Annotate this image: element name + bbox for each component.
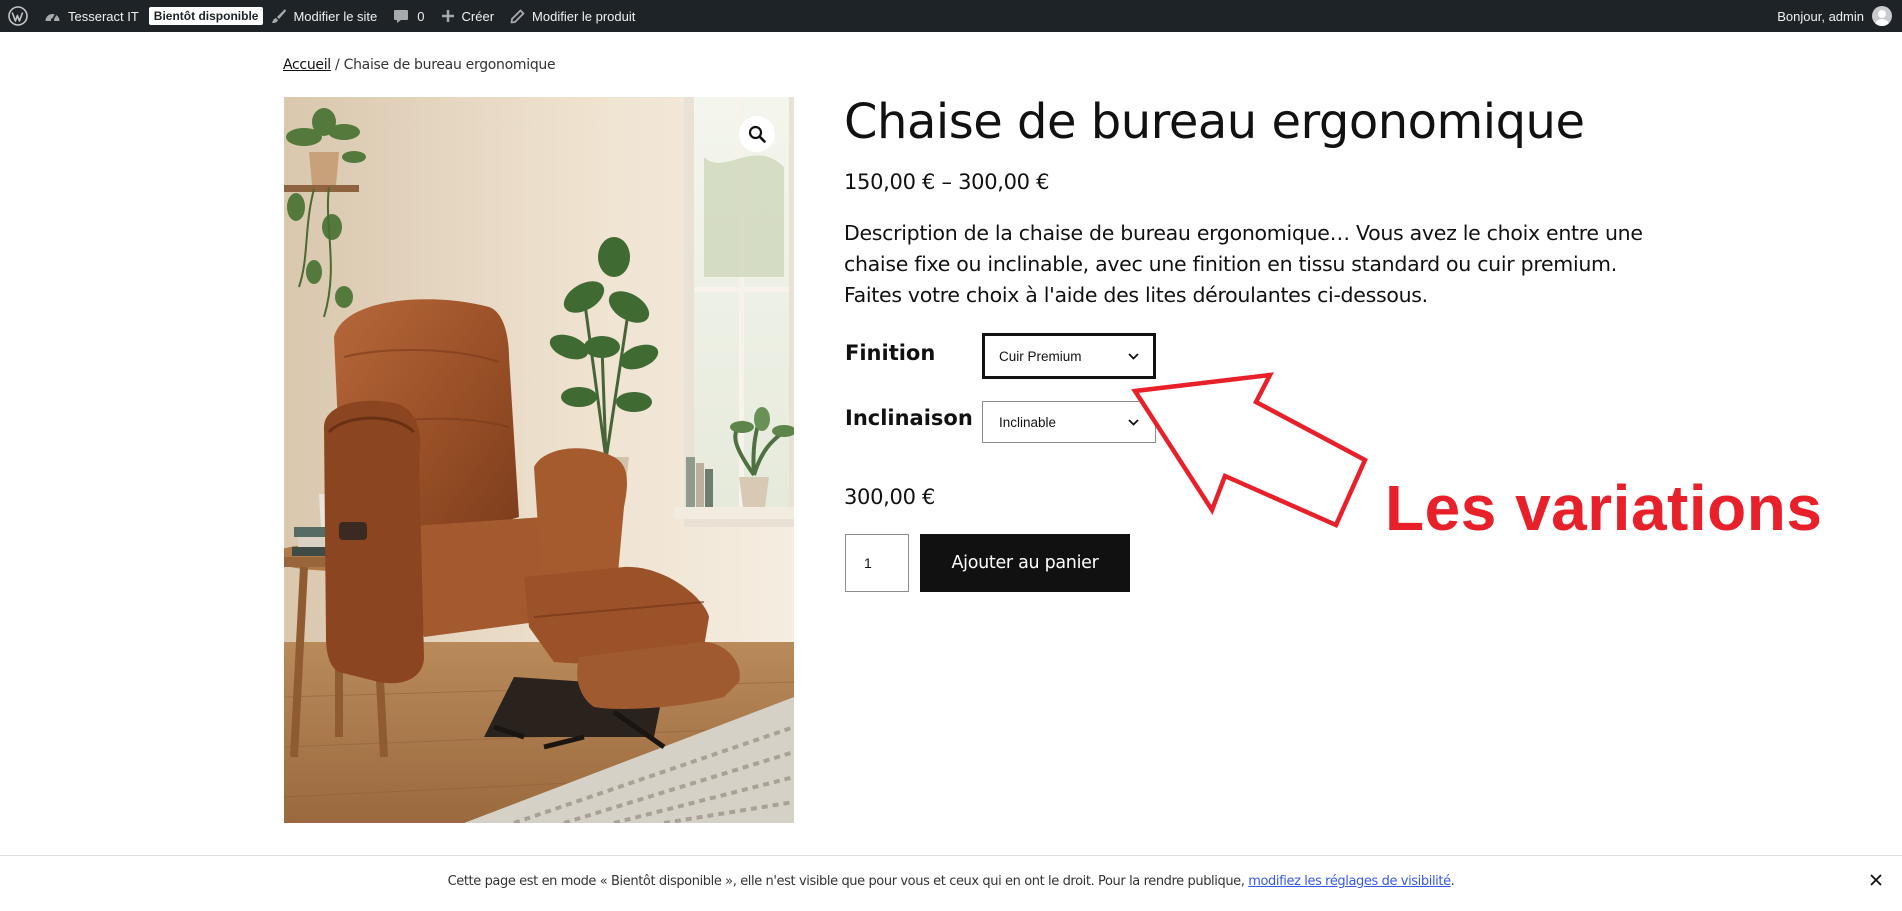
edit-site-label: Modifier le site [293, 8, 378, 24]
breadcrumb: Accueil / Chaise de bureau ergonomique [283, 57, 556, 73]
pencil-icon [510, 9, 525, 24]
comment-icon [393, 9, 409, 24]
breadcrumb-current: Chaise de bureau ergonomique [343, 57, 556, 73]
product-photo [284, 97, 794, 823]
product-image[interactable] [284, 97, 794, 823]
edit-product-link[interactable]: Modifier le produit [502, 0, 643, 32]
avatar [1872, 6, 1892, 26]
greeting: Bonjour, admin [1777, 8, 1864, 24]
breadcrumb-separator: / [330, 57, 344, 73]
plus-icon [441, 9, 455, 23]
notice-end: . [1450, 874, 1455, 889]
create-label: Créer [461, 8, 495, 24]
chevron-down-icon [1128, 352, 1139, 360]
product-description: Description de la chaise de bureau ergon… [844, 221, 1643, 307]
quantity-input[interactable] [845, 534, 909, 592]
finition-label: Finition [845, 341, 936, 365]
breadcrumb-home-link[interactable]: Accueil [283, 57, 331, 73]
variation-price: 300,00 € [844, 485, 936, 509]
edit-product-label: Modifier le produit [532, 8, 636, 24]
zoom-button[interactable] [739, 116, 775, 152]
site-name-link[interactable]: Tesseract IT [36, 0, 147, 32]
visibility-settings-link[interactable]: modifiez les réglages de visibilité [1248, 874, 1451, 889]
inclinaison-selected-value: Inclinable [999, 414, 1057, 430]
close-icon[interactable] [1866, 870, 1886, 890]
coming-soon-badge[interactable]: Bientôt disponible [148, 7, 264, 25]
comments-link[interactable]: 0 [385, 0, 432, 32]
coming-soon-notice: Cette page est en mode « Bientôt disponi… [0, 874, 1902, 889]
notice-divider [0, 855, 1902, 856]
annotation-arrow-icon [1131, 372, 1368, 528]
admin-bar: Tesseract IT Bientôt disponible Modifier… [0, 0, 1902, 32]
product-title: Chaise de bureau ergonomique [844, 94, 1585, 150]
edit-site-link[interactable]: Modifier le site [263, 0, 385, 32]
comments-count: 0 [417, 8, 425, 24]
my-account-link[interactable]: Bonjour, admin [1769, 0, 1902, 32]
inclinaison-label: Inclinaison [845, 406, 973, 430]
brush-icon [271, 8, 287, 24]
annotation-label: Les variations [1385, 472, 1823, 544]
magnifier-icon [748, 125, 766, 143]
finition-selected-value: Cuir Premium [999, 348, 1082, 364]
wordpress-logo-icon[interactable] [0, 0, 36, 32]
site-name: Tesseract IT [68, 8, 139, 24]
dashboard-icon [44, 9, 61, 23]
create-link[interactable]: Créer [433, 0, 503, 32]
price-range: 150,00 € – 300,00 € [844, 170, 1050, 194]
notice-text: Cette page est en mode « Bientôt disponi… [447, 874, 1249, 889]
add-to-cart-button[interactable]: Ajouter au panier [920, 534, 1130, 592]
